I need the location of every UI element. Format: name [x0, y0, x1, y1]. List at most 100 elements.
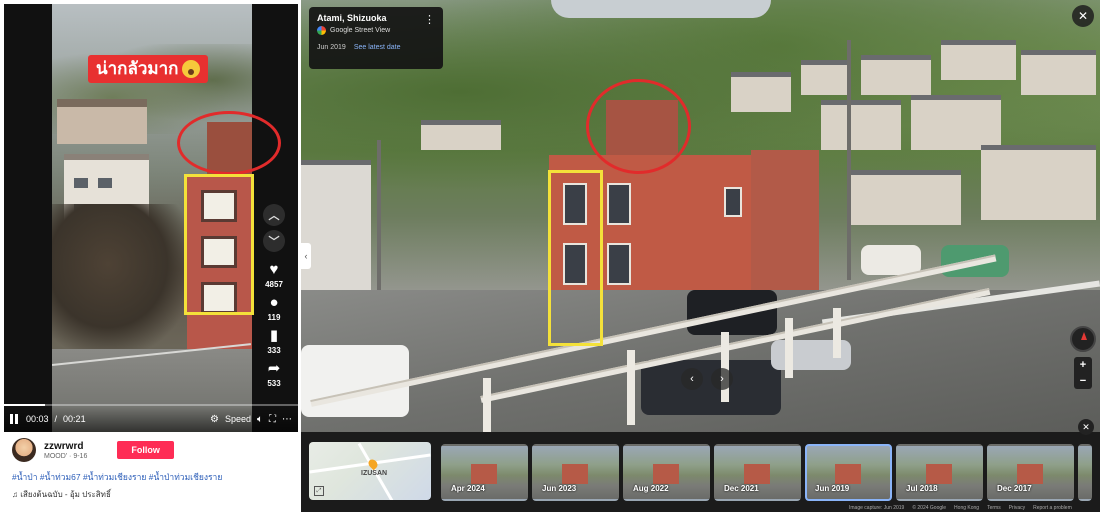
date-thumbnail-partial[interactable]	[1078, 444, 1092, 501]
chevron-up-icon[interactable]: ︿	[263, 204, 285, 226]
region-link[interactable]: Hong Kong	[954, 505, 979, 511]
username[interactable]: zzwrwrd	[44, 441, 87, 452]
save-count: 333	[267, 346, 281, 355]
pause-icon[interactable]	[10, 414, 20, 424]
google-logo-icon	[317, 26, 326, 35]
sv-house	[851, 170, 961, 225]
collapse-panel-icon[interactable]: ‹	[301, 243, 311, 269]
save-button[interactable]: ▮ 333	[267, 327, 281, 356]
date-thumbnail[interactable]: Apr 2024	[441, 444, 528, 501]
close-icon[interactable]: ✕	[1072, 5, 1094, 27]
thumbnail-date-label: Jun 2019	[815, 484, 850, 493]
video-controls: 00:03 / 00:21 ⚙ Speed 🔈︎ ⛶ ⋯	[4, 406, 298, 432]
sv-house	[421, 120, 501, 150]
sv-guardrail-post	[785, 318, 793, 378]
video-house-upper	[57, 99, 147, 144]
sv-building-annex	[751, 150, 819, 290]
zoom-in-icon[interactable]: +	[1080, 359, 1086, 371]
video-side-actions: ︿ ﹀ ♥ 4857 ● 119 ▮ 333 ➦ 533	[256, 204, 292, 388]
location-info-card: Atami, Shizuoka Google Street View Jun 2…	[309, 7, 443, 69]
privacy-link[interactable]: Privacy	[1009, 505, 1025, 511]
thumbnail-date-label: Dec 2021	[724, 484, 759, 493]
follow-button[interactable]: Follow	[117, 441, 174, 459]
chevron-left-icon[interactable]: ‹	[681, 368, 703, 390]
share-button[interactable]: ➦ 533	[267, 360, 281, 389]
screenshot-root: น่ากลัวมาก ︿ ﹀ ♥ 4857 ● 119 ▮ 333 ➦ 533	[0, 0, 1100, 512]
expand-map-icon[interactable]: ⤢	[314, 486, 324, 496]
bookmark-icon: ▮	[269, 327, 279, 344]
comment-button[interactable]: ● 119	[267, 294, 281, 323]
thumbnail-building	[653, 464, 679, 484]
see-latest-link[interactable]: See latest date	[354, 44, 401, 51]
hashtags[interactable]: #น้ำป่า #น้ำท่วม67 #น้ำท่วมเชียงราย #น้ำ…	[12, 470, 290, 484]
map-place-label: IZUSAN	[361, 470, 388, 477]
zoom-out-icon[interactable]: −	[1080, 375, 1086, 387]
time-travel-filmstrip: ✕ IZUSAN ⤢ Apr 2024 Jun 2023 Aug 2022 Dec 2…	[301, 419, 1100, 512]
volume-icon[interactable]: 🔈︎	[257, 414, 263, 425]
video-time-current: 00:03	[26, 414, 49, 424]
video-caption-text: น่ากลัวมาก	[96, 59, 179, 78]
author-names: zzwrwrd MOOD' · 9-16	[44, 441, 87, 460]
date-thumbnail[interactable]: Dec 2021	[714, 444, 801, 501]
date-thumbnail[interactable]: Dec 2017	[987, 444, 1074, 501]
thumbnail-building	[471, 464, 497, 484]
thumbnail-date-label: Jul 2018	[906, 484, 938, 493]
thumbnail-building	[1017, 464, 1043, 484]
chevron-right-icon[interactable]: ›	[711, 368, 733, 390]
thumbnail-building	[562, 464, 588, 484]
mini-map[interactable]: IZUSAN ⤢	[309, 442, 431, 500]
thumbnail-building	[744, 464, 770, 484]
terms-link[interactable]: Terms	[987, 505, 1001, 511]
sv-sky	[551, 0, 771, 18]
video-time-separator: /	[54, 414, 58, 424]
sv-van	[861, 245, 921, 275]
compass-icon[interactable]	[1070, 326, 1096, 352]
thumbnail-date-label: Apr 2024	[451, 484, 485, 493]
sv-house	[861, 55, 931, 95]
date-thumbnails: Apr 2024 Jun 2023 Aug 2022 Dec 2021 Jun 2019…	[441, 444, 1092, 501]
close-filmstrip-icon[interactable]: ✕	[1078, 419, 1094, 435]
image-capture-credit: Image capture: Jun 2019	[849, 505, 905, 511]
yellow-box-highlight	[548, 170, 603, 346]
sv-guardrail-post	[721, 332, 729, 402]
location-title: Atami, Shizuoka	[317, 13, 387, 23]
report-problem-link[interactable]: Report a problem	[1033, 505, 1072, 511]
date-thumbnail[interactable]: Jun 2019	[805, 444, 892, 501]
music-credit[interactable]: ♫ เสียงต้นฉบับ - อุ้ม ประสิทธิ์	[12, 488, 290, 501]
red-circle-highlight	[586, 79, 691, 174]
like-button[interactable]: ♥ 4857	[265, 261, 283, 290]
date-thumbnail[interactable]: Jun 2023	[532, 444, 619, 501]
share-icon: ➦	[267, 360, 281, 377]
thumbnail-date-label: Aug 2022	[633, 484, 669, 493]
comment-icon: ●	[269, 294, 279, 311]
thumbnail-building	[835, 464, 861, 484]
sv-house	[1021, 50, 1096, 95]
location-pin-icon	[366, 457, 380, 471]
sv-guardrail-post	[483, 378, 491, 432]
heart-icon: ♥	[269, 261, 279, 278]
date-thumbnail[interactable]: Jul 2018	[896, 444, 983, 501]
avatar[interactable]	[12, 438, 36, 462]
chevron-down-icon[interactable]: ﹀	[263, 230, 285, 252]
settings-icon[interactable]: ⚙	[210, 414, 219, 425]
video-panel[interactable]: น่ากลัวมาก ︿ ﹀ ♥ 4857 ● 119 ▮ 333 ➦ 533	[4, 4, 298, 432]
source-row: Google Street View	[317, 26, 435, 35]
date-thumbnail[interactable]: Aug 2022	[623, 444, 710, 501]
speed-button[interactable]: Speed	[225, 414, 251, 424]
sv-white-car	[301, 345, 409, 417]
comment-count: 119	[267, 313, 281, 322]
streetview-panel[interactable]: Atami, Shizuoka Google Street View Jun 2…	[301, 0, 1100, 512]
more-options-icon[interactable]: ⋮	[424, 13, 435, 26]
like-count: 4857	[265, 280, 283, 289]
sv-house	[731, 72, 791, 112]
fullscreen-icon[interactable]: ⛶	[269, 414, 276, 425]
video-mudflow	[52, 204, 192, 354]
zoom-control: + −	[1074, 357, 1092, 389]
sv-guardrail-post	[833, 308, 841, 358]
sv-house	[981, 145, 1096, 220]
more-icon[interactable]: ⋯	[282, 414, 292, 425]
sv-guardrail-post	[627, 350, 635, 425]
yellow-box-highlight	[184, 174, 254, 315]
sv-house	[911, 95, 1001, 150]
video-time-total: 00:21	[63, 414, 86, 424]
